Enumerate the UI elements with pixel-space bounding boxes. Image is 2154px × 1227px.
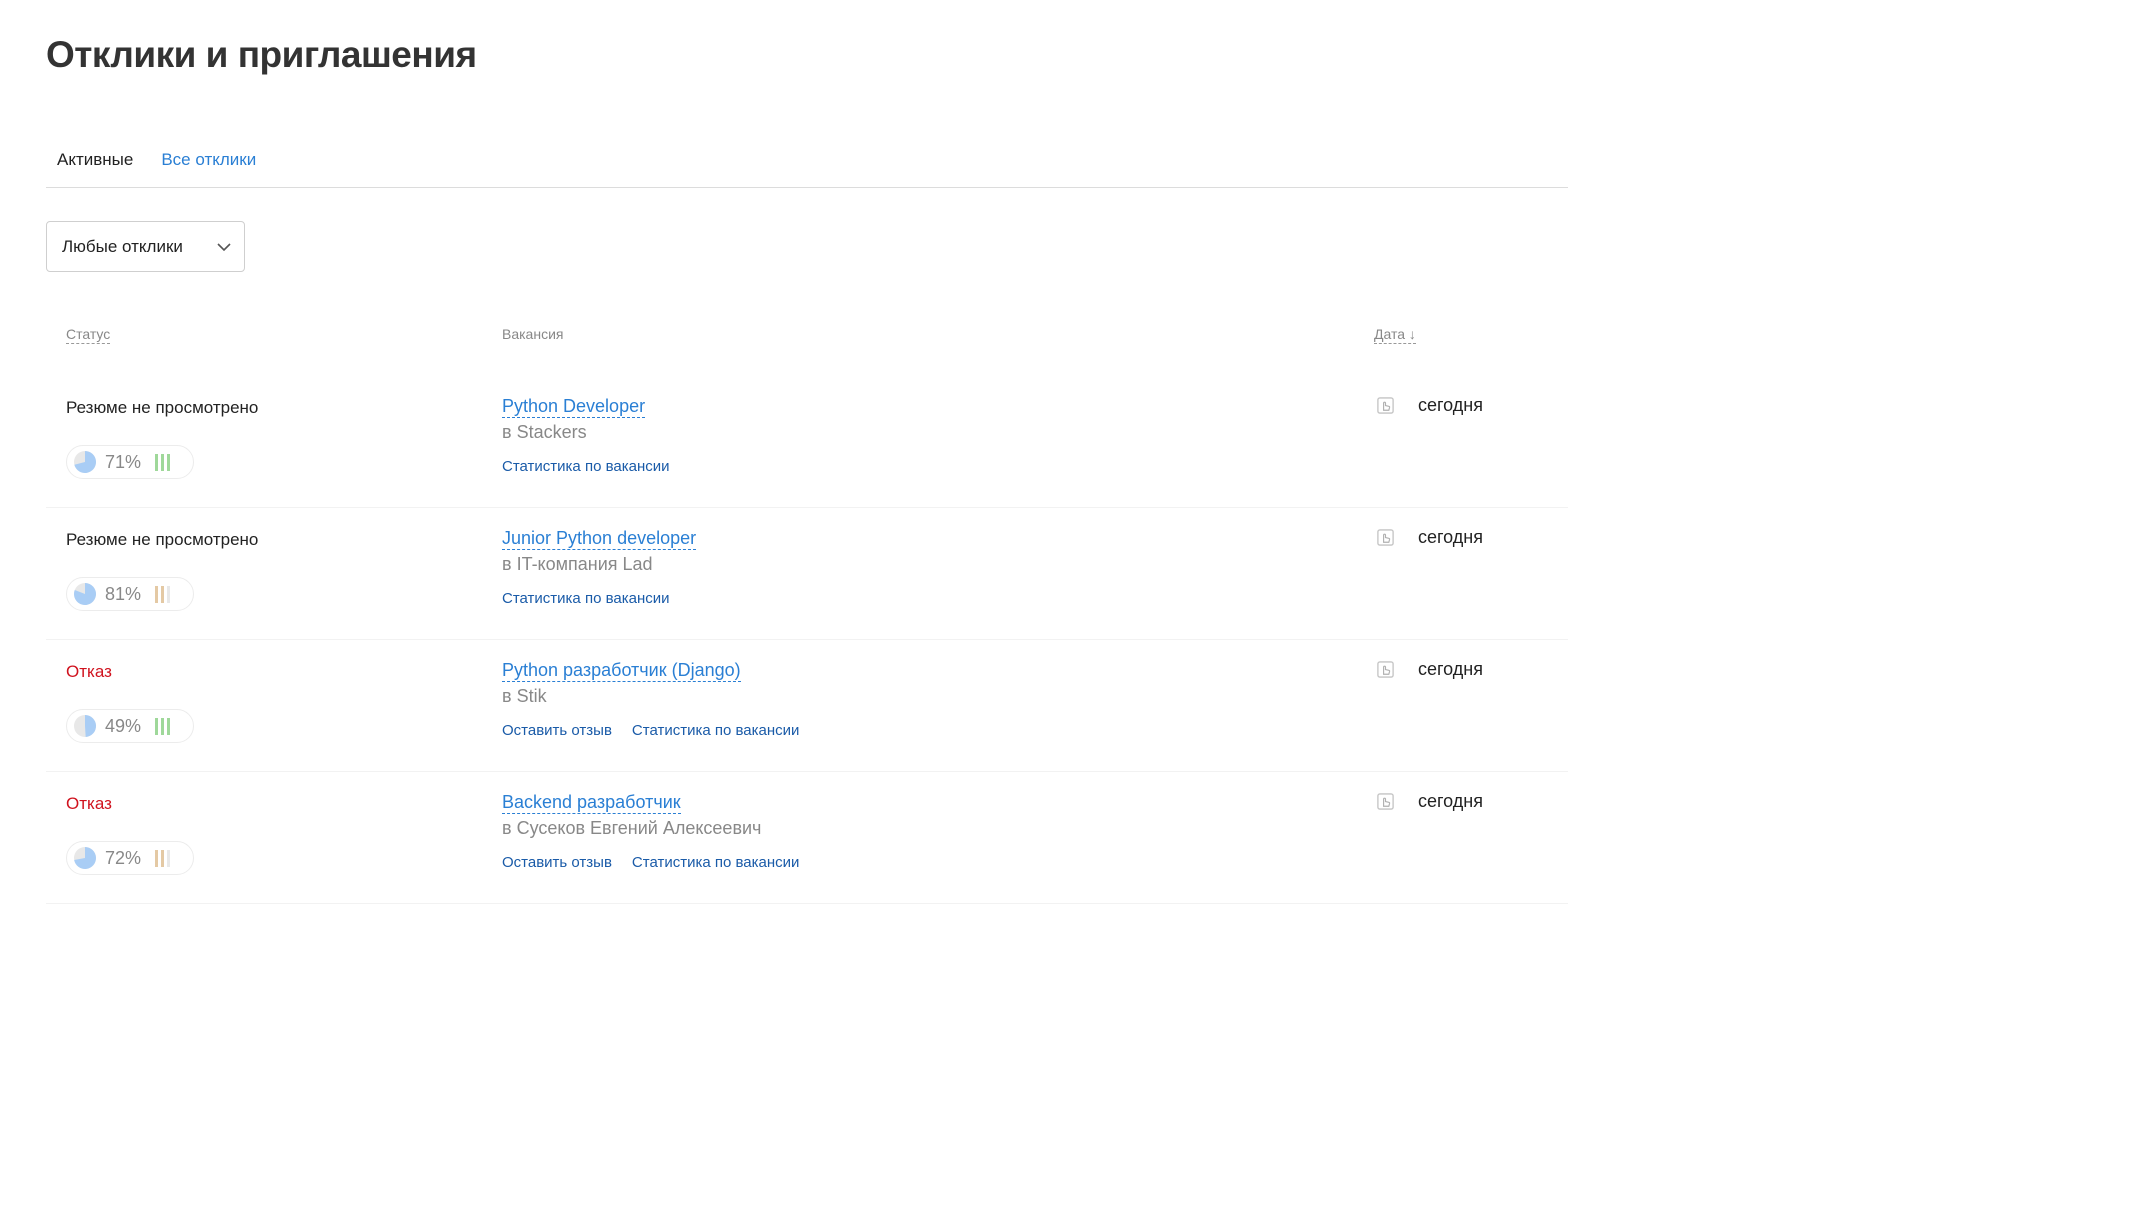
column-header-date[interactable]: Дата ↓	[1374, 326, 1416, 344]
status-text: Отказ	[66, 794, 112, 813]
match-pie-icon	[73, 583, 96, 605]
response-row: Резюме не просмотрено 81% Junior Python …	[46, 508, 1568, 640]
match-percent: 81%	[105, 583, 142, 604]
hand-pointer-icon[interactable]	[1376, 396, 1395, 415]
tab-all-responses[interactable]: Все отклики	[161, 150, 256, 170]
vacancy-stats-link[interactable]: Статистика по вакансии	[632, 854, 800, 871]
match-badge: 49%	[66, 709, 194, 743]
match-badge: 81%	[66, 577, 194, 611]
leave-review-link[interactable]: Оставить отзыв	[502, 722, 612, 739]
activity-bars-icon	[155, 585, 170, 603]
vacancy-title-link[interactable]: Junior Python developer	[502, 527, 697, 550]
response-date: сегодня	[1418, 791, 1483, 811]
vacancy-stats-link[interactable]: Статистика по вакансии	[502, 590, 670, 607]
vacancy-company: в Сусеков Евгений Алексеевич	[502, 818, 762, 838]
vacancy-title-link[interactable]: Python разработчик (Django)	[502, 659, 741, 682]
activity-bars-icon	[155, 453, 170, 471]
response-filter-select[interactable]: Любые отклики	[46, 221, 245, 272]
tab-active[interactable]: Активные	[46, 150, 133, 170]
match-pie-icon	[74, 714, 97, 737]
match-pie-icon	[74, 847, 96, 869]
match-percent: 49%	[105, 715, 142, 736]
activity-bars-icon	[155, 717, 170, 735]
match-badge: 71%	[66, 445, 194, 479]
status-text: Резюме не просмотрено	[66, 530, 259, 549]
vacancy-company: в Stackers	[502, 422, 587, 442]
vacancy-links: Оставить отзыв Статистика по вакансии	[502, 854, 799, 871]
column-header-vacancy: Вакансия	[502, 326, 564, 342]
match-badge: 72%	[66, 841, 194, 875]
response-row: Резюме не просмотрено 71% Python Develop…	[46, 376, 1568, 508]
status-text: Резюме не просмотрено	[66, 398, 259, 417]
leave-review-link[interactable]: Оставить отзыв	[502, 854, 612, 871]
vacancy-title-link[interactable]: Backend разработчик	[502, 791, 681, 814]
vacancy-links: Оставить отзыв Статистика по вакансии	[502, 722, 799, 739]
response-date: сегодня	[1418, 395, 1483, 415]
hand-pointer-icon[interactable]	[1376, 792, 1395, 811]
hand-pointer-icon[interactable]	[1376, 660, 1395, 679]
filter-select-value: Любые отклики	[62, 236, 183, 256]
vacancy-links: Статистика по вакансии	[502, 590, 670, 607]
match-pie-icon	[74, 451, 97, 473]
match-percent: 71%	[105, 451, 142, 472]
hand-pointer-icon[interactable]	[1376, 528, 1395, 547]
response-row: Отказ 72% Backend разработчик в Сусеков …	[46, 772, 1568, 904]
vacancy-stats-link[interactable]: Статистика по вакансии	[632, 722, 800, 739]
response-date: сегодня	[1418, 659, 1483, 679]
vacancy-title-link[interactable]: Python Developer	[502, 395, 646, 418]
column-header-status[interactable]: Статус	[66, 326, 111, 344]
match-percent: 72%	[105, 847, 142, 868]
response-row: Отказ 49% Python разработчик (Django) в …	[46, 640, 1568, 772]
status-text: Отказ	[66, 662, 112, 681]
tabs-divider	[46, 187, 1568, 188]
page-title: Отклики и приглашения	[46, 34, 477, 75]
tabs: Активные Все отклики	[46, 150, 284, 170]
row-divider	[46, 903, 1568, 904]
vacancy-company: в IT-компания Lad	[502, 554, 653, 574]
chevron-down-icon	[217, 243, 231, 252]
response-date: сегодня	[1418, 527, 1483, 547]
vacancy-company: в Stik	[502, 686, 547, 706]
vacancy-stats-link[interactable]: Статистика по вакансии	[502, 458, 670, 475]
vacancy-links: Статистика по вакансии	[502, 458, 670, 475]
activity-bars-icon	[155, 849, 170, 867]
